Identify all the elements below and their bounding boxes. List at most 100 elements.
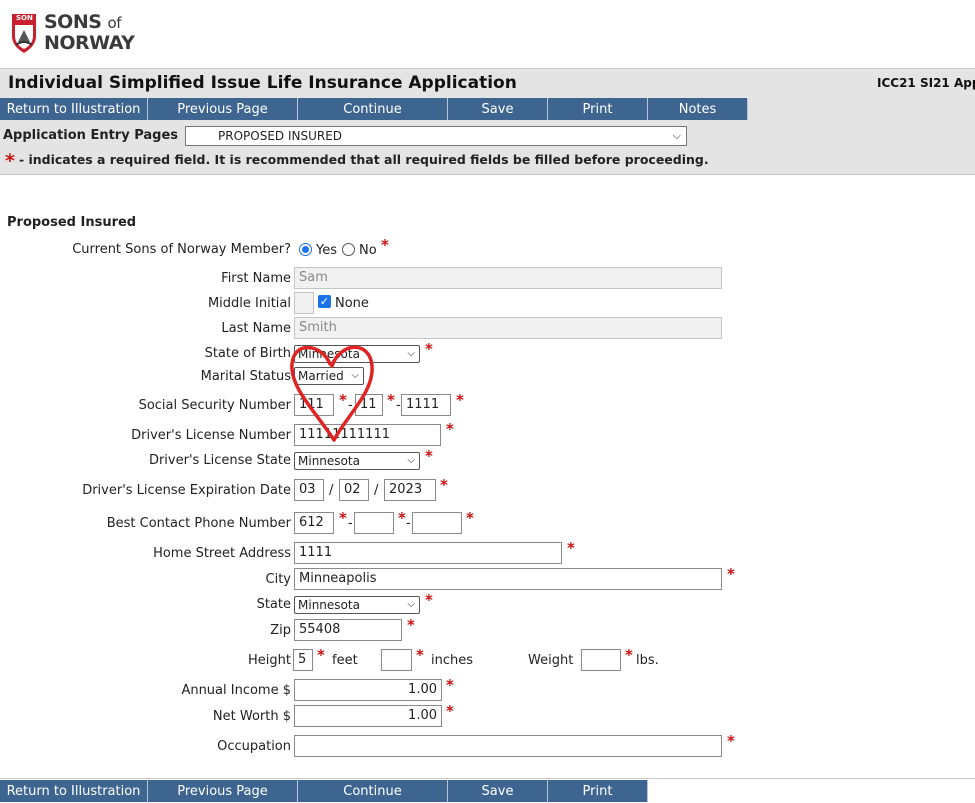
state-of-birth-value: Minnesota [298, 347, 360, 361]
required-note: * - indicates a required field. It is rec… [5, 150, 709, 172]
form-code: ICC21 SI21 App [877, 76, 975, 90]
section-title: Proposed Insured [7, 215, 137, 230]
marital-status-value: Married [298, 369, 344, 383]
chevron-down-icon: ⌵ [351, 370, 359, 381]
state-of-birth-select[interactable]: Minnesota ⌵ [294, 345, 420, 363]
required-star: * [466, 509, 474, 527]
required-star: * [727, 732, 735, 750]
save-button[interactable]: Save [448, 780, 548, 802]
middle-initial-field[interactable] [294, 292, 314, 314]
inches-label: inches [431, 653, 474, 668]
required-star: * [446, 702, 454, 720]
first-name-label: First Name [221, 271, 291, 286]
ssn-label: Social Security Number [138, 398, 291, 413]
logo-line2: NORWAY [44, 32, 135, 54]
required-note-text: - indicates a required field. It is reco… [18, 152, 709, 167]
weight-field[interactable] [581, 649, 621, 671]
chevron-down-icon: ⌵ [407, 599, 415, 610]
required-star: * [567, 539, 575, 557]
bottom-divider [0, 778, 975, 779]
return-to-illustration-button[interactable]: Return to Illustration [0, 780, 148, 802]
date-separator: / [374, 483, 379, 498]
required-star: * [5, 150, 15, 172]
member-no-label: No [359, 243, 377, 258]
occupation-label: Occupation [217, 739, 291, 754]
date-separator: / [329, 483, 334, 498]
first-name-field[interactable]: Sam [294, 267, 722, 289]
required-star: * [387, 391, 395, 409]
page-title: Individual Simplified Issue Life Insuran… [8, 73, 517, 93]
ssn-separator: - [348, 398, 353, 413]
continue-button[interactable]: Continue [298, 98, 448, 120]
last-name-field[interactable]: Smith [294, 317, 722, 339]
logo-wordmark: SONS of NORWAY [44, 11, 135, 54]
feet-label: feet [332, 653, 358, 668]
save-button[interactable]: Save [448, 98, 548, 120]
previous-page-button[interactable]: Previous Page [148, 780, 298, 802]
weight-label: Weight [528, 653, 574, 668]
required-star: * [446, 420, 454, 438]
required-star: * [381, 236, 389, 254]
member-yes-radio[interactable] [299, 243, 312, 256]
networth-field[interactable]: 1.00 [294, 705, 442, 727]
dl-exp-day-field[interactable]: 02 [339, 479, 369, 501]
phone-label: Best Contact Phone Number [106, 516, 291, 531]
city-label: City [265, 572, 291, 587]
required-star: * [398, 509, 406, 527]
required-star: * [440, 476, 448, 494]
marital-status-select[interactable]: Married ⌵ [294, 367, 364, 385]
marital-status-label: Marital Status [200, 369, 291, 384]
street-label: Home Street Address [153, 546, 291, 561]
required-star: * [456, 391, 464, 409]
last-name-label: Last Name [221, 321, 291, 336]
top-toolbar: Return to Illustration Previous Page Con… [0, 98, 975, 120]
height-label: Height [248, 653, 291, 668]
ssn-separator: - [396, 398, 401, 413]
phone-prefix-field[interactable] [354, 512, 394, 534]
phone-area-field[interactable]: 612 [294, 512, 334, 534]
height-inches-field[interactable] [381, 649, 412, 671]
ssn-part3-field[interactable]: 1111 [401, 394, 451, 416]
zip-field[interactable]: 55408 [294, 619, 402, 641]
print-button[interactable]: Print [548, 780, 648, 802]
ssn-part1-field[interactable]: 111 [294, 394, 334, 416]
previous-page-button[interactable]: Previous Page [148, 98, 298, 120]
notes-button[interactable]: Notes [648, 98, 748, 120]
return-to-illustration-button[interactable]: Return to Illustration [0, 98, 148, 120]
state-value: Minnesota [298, 598, 360, 612]
member-no-radio[interactable] [342, 243, 355, 256]
networth-label: Net Worth $ [212, 709, 291, 724]
dl-exp-year-field[interactable]: 2023 [384, 479, 436, 501]
required-star: * [425, 591, 433, 609]
required-star: * [416, 646, 424, 664]
phone-separator: - [348, 516, 353, 531]
dl-exp-month-field[interactable]: 03 [294, 479, 324, 501]
lbs-label: lbs. [636, 653, 659, 668]
dl-number-field[interactable]: 11111111111 [294, 424, 441, 446]
income-field[interactable]: 1.00 [294, 679, 442, 701]
phone-line-field[interactable] [412, 512, 462, 534]
continue-button[interactable]: Continue [298, 780, 448, 802]
print-button[interactable]: Print [548, 98, 648, 120]
street-field[interactable]: 1111 [294, 542, 562, 564]
city-field[interactable]: Minneapolis [294, 568, 722, 590]
occupation-field[interactable] [294, 735, 722, 757]
state-of-birth-label: State of Birth [204, 346, 291, 361]
required-star: * [625, 646, 633, 664]
entry-pages-selected: PROPOSED INSURED [218, 129, 343, 143]
height-feet-field[interactable]: 5 [293, 649, 313, 671]
none-label: None [335, 296, 369, 311]
dl-expiration-label: Driver's License Expiration Date [82, 483, 291, 498]
logo-line1: SONS [44, 11, 102, 33]
phone-separator: - [406, 516, 411, 531]
required-star: * [317, 646, 325, 664]
required-star: * [339, 391, 347, 409]
chevron-down-icon: ⌵ [407, 455, 415, 466]
dl-state-select[interactable]: Minnesota ⌵ [294, 452, 420, 470]
logo-of: of [107, 14, 122, 32]
required-star: * [425, 447, 433, 465]
state-select[interactable]: Minnesota ⌵ [294, 596, 420, 614]
entry-pages-select[interactable]: PROPOSED INSURED ⌵ [185, 126, 687, 146]
none-checkbox[interactable]: ✓ [318, 295, 331, 308]
ssn-part2-field[interactable]: 11 [355, 394, 383, 416]
